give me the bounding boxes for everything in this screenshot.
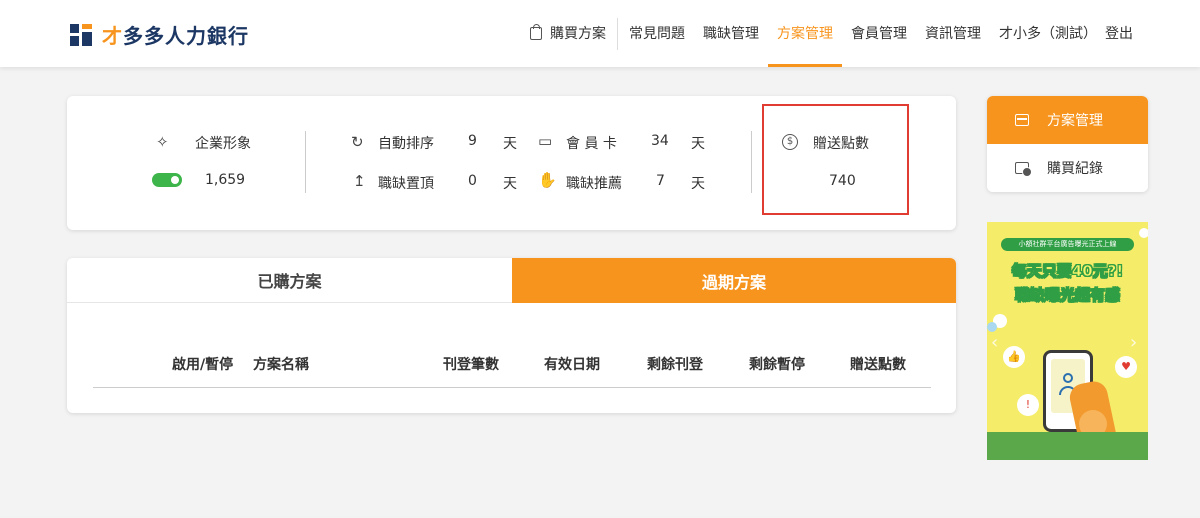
resource-summary-card: ✧ 企業形象 1,659 ↻ 自動排序 9 天 ▭ 會 員 卡 34 天 ↥ 職… — [67, 96, 956, 230]
auto-sort-label: 自動排序 — [378, 136, 434, 152]
nav-logout[interactable]: 登出 — [1101, 0, 1142, 67]
member-card-value: 34 — [651, 133, 669, 149]
member-card-unit: 天 — [691, 136, 705, 152]
shopping-bag-icon — [530, 24, 542, 40]
nav-divider — [617, 17, 618, 50]
col-plan-name: 方案名稱 — [253, 357, 309, 373]
decor-dot — [1139, 228, 1148, 238]
bonus-points-highlight — [762, 104, 909, 215]
banner-headline-2: 職缺曝光超有感 — [1014, 286, 1121, 305]
decor-dot — [987, 322, 997, 332]
bonus-points-value: 740 — [829, 173, 856, 189]
job-top-label: 職缺置頂 — [378, 176, 434, 192]
member-card-label: 會 員 卡 — [566, 136, 617, 152]
brand-name: 才多多人力銀行 — [102, 24, 249, 48]
nav-faq[interactable]: 常見問題 — [620, 0, 694, 67]
corporate-image-label: 企業形象 — [195, 136, 251, 152]
job-recommend-unit: 天 — [691, 176, 705, 192]
nav-plans[interactable]: 方案管理 — [768, 0, 842, 67]
nav-user[interactable]: 才小多（測試） — [990, 0, 1101, 67]
stats-divider — [305, 131, 306, 193]
tab-owned-plans[interactable]: 已購方案 — [67, 258, 512, 303]
ad-banner[interactable]: 小額社群平台廣告曝光正式上線 每天只要40元?! 職缺曝光超有感 ‹ › 👍 ♥… — [987, 222, 1148, 460]
banner-next-icon[interactable]: › — [1130, 332, 1137, 353]
nav-buy-plan-label: 購買方案 — [550, 25, 606, 42]
corporate-image-toggle[interactable] — [152, 173, 182, 187]
purchase-history-icon — [1015, 162, 1032, 177]
table-header-divider — [93, 387, 931, 388]
tab-expired-plans[interactable]: 過期方案 — [512, 258, 956, 303]
stats-divider — [751, 131, 752, 193]
banner-ground — [987, 432, 1148, 460]
side-item-purchase-history-label: 購買紀錄 — [1047, 161, 1103, 177]
nav-members[interactable]: 會員管理 — [842, 0, 916, 67]
logo-mark-icon — [70, 23, 92, 46]
arrow-up-icon: ↥ — [353, 172, 366, 190]
job-top-value: 0 — [468, 173, 477, 189]
side-item-plan-management[interactable]: 方案管理 — [987, 96, 1148, 144]
nav-buy-plan[interactable]: 購買方案 — [521, 0, 615, 67]
col-remaining-listings: 剩餘刊登 — [647, 357, 703, 373]
col-enable-pause: 啟用/暫停 — [172, 357, 234, 373]
side-item-plan-management-label: 方案管理 — [1047, 113, 1103, 129]
alert-icon: ! — [1017, 394, 1039, 416]
job-top-unit: 天 — [503, 176, 517, 192]
col-valid-date: 有效日期 — [544, 357, 600, 373]
banner-headline-1: 每天只要40元?! — [1011, 262, 1124, 281]
banner-top-text: 小額社群平台廣告曝光正式上線 — [1001, 238, 1134, 251]
wallet-icon — [1015, 114, 1029, 126]
bonus-points-label: 贈送點數 — [813, 136, 869, 152]
col-listing-count: 刊登筆數 — [443, 357, 499, 373]
member-card-icon: ▭ — [538, 132, 553, 150]
job-recommend-label: 職缺推薦 — [566, 176, 622, 192]
side-item-purchase-history[interactable]: 購買紀錄 — [987, 144, 1148, 192]
top-header: 才多多人力銀行 購買方案 常見問題 職缺管理 方案管理 會員管理 資訊管理 才小… — [0, 0, 1200, 67]
main-nav: 購買方案 常見問題 職缺管理 方案管理 會員管理 資訊管理 才小多（測試） 登出 — [521, 0, 1142, 67]
refresh-icon: ↻ — [351, 133, 364, 151]
job-recommend-value: 7 — [656, 173, 665, 189]
like-icon: 👍 — [1003, 346, 1025, 368]
auto-sort-unit: 天 — [503, 136, 517, 152]
person-icon — [1063, 373, 1073, 383]
col-bonus-points: 贈送點數 — [850, 357, 906, 373]
nav-jobs[interactable]: 職缺管理 — [694, 0, 768, 67]
hand-icon: ✋ — [538, 171, 557, 189]
nav-info[interactable]: 資訊管理 — [916, 0, 990, 67]
plans-card: 已購方案 過期方案 啟用/暫停 方案名稱 刊登筆數 有效日期 剩餘刊登 剩餘暫停… — [67, 258, 956, 413]
brand-logo[interactable]: 才多多人力銀行 — [70, 20, 249, 49]
coin-icon: $ — [782, 134, 798, 150]
corporate-image-value: 1,659 — [205, 172, 246, 188]
banner-prev-icon[interactable]: ‹ — [991, 332, 998, 353]
side-menu: 方案管理 購買紀錄 — [987, 96, 1148, 192]
sparkle-icon: ✧ — [156, 133, 169, 151]
col-remaining-pauses: 剩餘暫停 — [749, 357, 805, 373]
heart-icon: ♥ — [1115, 356, 1137, 378]
auto-sort-value: 9 — [468, 133, 477, 149]
